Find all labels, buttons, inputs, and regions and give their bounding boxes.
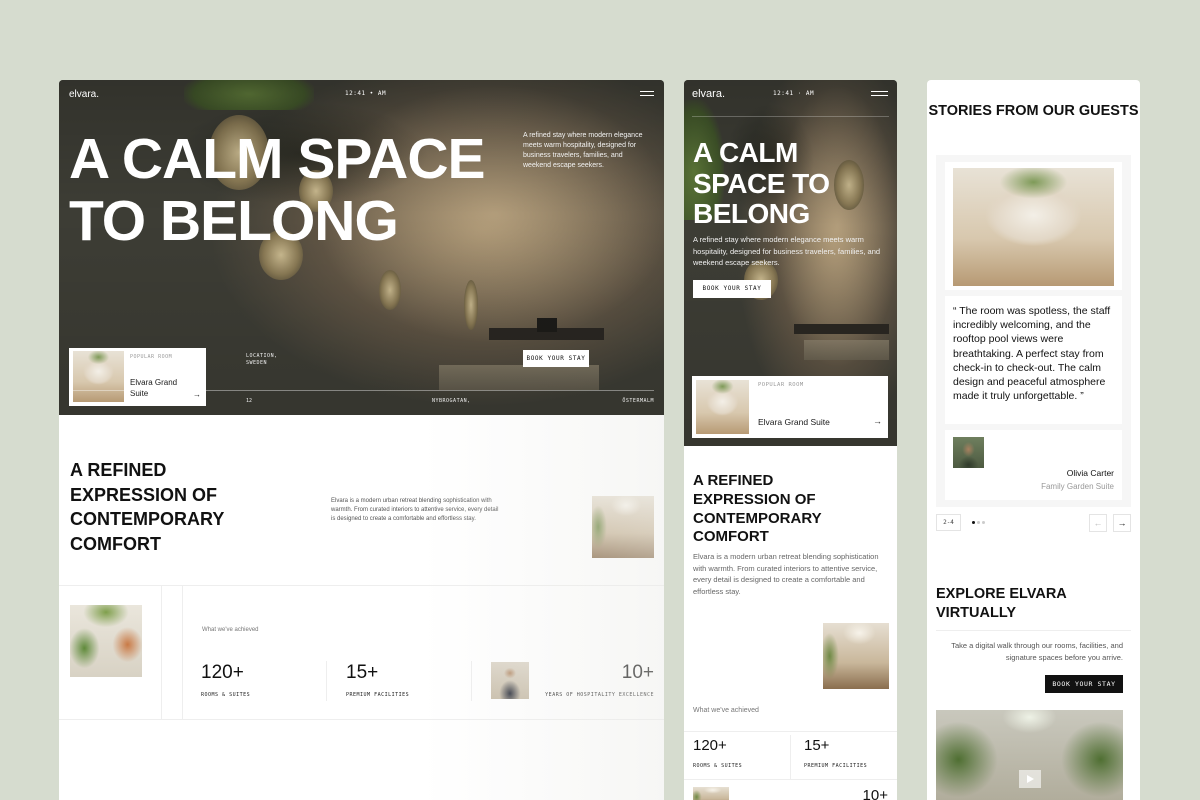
hero-description: A refined stay where modern elegance mee… <box>693 235 881 267</box>
hero-section: elvara. 12:41 • AM A CALM SPACE TO BELON… <box>59 80 664 415</box>
staff-photo <box>491 662 529 699</box>
room-thumbnail <box>73 351 124 402</box>
section-title: STORIES FROM OUR GUESTS <box>928 103 1139 119</box>
divider <box>936 630 1131 631</box>
divider <box>684 731 897 732</box>
stat-label: ROOMS & SUITES <box>201 692 251 698</box>
explore-title: EXPLORE ELVARA VIRTUALLY <box>936 586 1067 621</box>
book-stay-button[interactable]: BOOK YOUR STAY <box>1045 675 1123 693</box>
menu-icon[interactable] <box>871 91 888 96</box>
room-name: Elvara Grand Suite <box>130 378 178 398</box>
suite-photo <box>953 168 1114 286</box>
virtual-tour-image[interactable] <box>936 710 1123 800</box>
stat-value: 120+ <box>693 737 727 754</box>
avatar <box>953 437 984 468</box>
achievements-label: What we've achieved <box>693 707 759 714</box>
stat-value: 120+ <box>201 662 244 683</box>
guest-stories-preview: STORIES FROM OUR GUESTS “ The room was s… <box>927 80 1140 800</box>
popular-room-card[interactable]: POPULAR ROOM Elvara Grand Suite → <box>69 348 206 406</box>
divider <box>182 585 183 719</box>
dot[interactable] <box>977 521 980 524</box>
popular-room-card[interactable]: POPULAR ROOM Elvara Grand Suite → <box>692 376 888 438</box>
book-stay-button[interactable]: BOOK YOUR STAY <box>693 280 771 298</box>
location-text: LOCATION, SWEDEN <box>246 353 278 366</box>
divider <box>790 735 791 779</box>
divider <box>161 585 162 719</box>
address-city: ÖSTERMALM <box>622 398 654 404</box>
divider <box>59 585 664 586</box>
dot-active[interactable] <box>972 521 975 524</box>
dot[interactable] <box>982 521 985 524</box>
testimonial-quote: “ The room was spotless, the staff incre… <box>953 305 1111 403</box>
stat-value: 10+ <box>621 662 654 683</box>
stat-value: 10+ <box>862 787 888 800</box>
lobby-image <box>823 623 889 689</box>
room-name: Elvara Grand Suite <box>758 417 830 427</box>
stat-value: 15+ <box>346 662 379 683</box>
arrow-right-icon[interactable]: → <box>873 416 882 426</box>
achievements-label: What we've achieved <box>202 627 259 633</box>
logo[interactable]: elvara. <box>692 88 725 100</box>
pagination-dots[interactable] <box>972 521 987 539</box>
mobile-preview: elvara. 12:41 · AM A CALM SPACE TO BELON… <box>684 80 897 800</box>
section-description: Elvara is a modern urban retreat blendin… <box>331 498 499 522</box>
divider <box>684 779 897 780</box>
reviewer-suite: Family Garden Suite <box>1041 482 1114 491</box>
book-stay-button[interactable]: BOOK YOUR STAY <box>523 350 589 367</box>
popular-room-tag: POPULAR ROOM <box>758 382 804 388</box>
reviewer-name: Olivia Carter <box>1066 468 1114 478</box>
arrow-left-icon[interactable]: ← <box>1089 514 1107 532</box>
section-title: A REFINED EXPRESSION OF CONTEMPORARY COM… <box>693 472 822 546</box>
desktop-preview: elvara. 12:41 • AM A CALM SPACE TO BELON… <box>59 80 664 800</box>
stat-label: PREMIUM FACILITIES <box>346 692 410 698</box>
hero-title: A CALM SPACE TO BELONG <box>693 137 830 229</box>
lobby-image <box>592 496 654 558</box>
divider <box>59 719 664 720</box>
logo[interactable]: elvara. <box>69 89 99 100</box>
slide-counter: 2-4 <box>936 514 961 531</box>
divider <box>692 116 889 117</box>
stat-label: PREMIUM FACILITIES <box>804 763 868 769</box>
arrow-right-icon[interactable]: → <box>1113 514 1131 532</box>
garden-image <box>70 605 142 677</box>
stat-label: ROOMS & SUITES <box>693 763 743 769</box>
address-number: 12 <box>246 398 253 404</box>
section-description: Elvara is a modern urban retreat blendin… <box>693 552 879 596</box>
clock-text: 12:41 · AM <box>773 90 815 97</box>
staff-photo <box>693 787 729 800</box>
divider <box>326 661 327 701</box>
stat-value: 15+ <box>804 737 830 754</box>
hero-title: A CALM SPACE TO BELONG <box>69 127 486 253</box>
explore-description: Take a digital walk through our rooms, f… <box>951 641 1123 662</box>
popular-room-tag: POPULAR ROOM <box>130 354 173 360</box>
stat-label: YEARS OF HOSPITALITY EXCELLENCE <box>545 692 654 698</box>
arrow-right-icon[interactable]: → <box>193 390 201 399</box>
menu-icon[interactable] <box>640 91 654 96</box>
divider <box>471 661 472 701</box>
clock-text: 12:41 • AM <box>345 90 387 97</box>
hero-section: elvara. 12:41 · AM A CALM SPACE TO BELON… <box>684 80 897 446</box>
hero-description: A refined stay where modern elegance mee… <box>523 132 643 169</box>
address-street: NYBROGATAN, <box>432 398 471 404</box>
play-icon[interactable] <box>1019 770 1041 788</box>
section-title: A REFINED EXPRESSION OF CONTEMPORARY COM… <box>70 460 225 554</box>
divider <box>69 390 654 391</box>
room-thumbnail <box>696 380 749 434</box>
